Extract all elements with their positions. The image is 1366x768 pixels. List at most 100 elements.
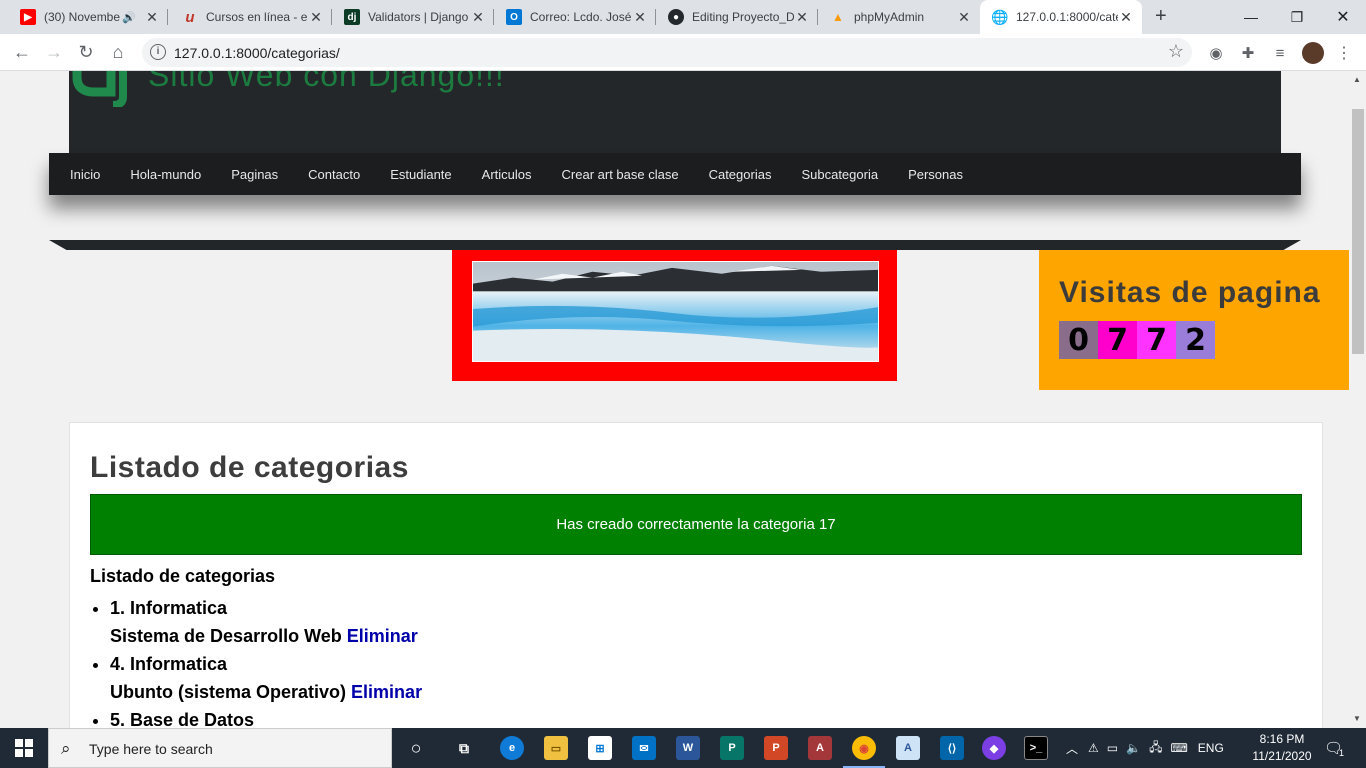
notepad-icon[interactable]: A <box>896 736 920 760</box>
tab-django-validators[interactable]: dj Validators | Django ✕ <box>332 0 494 34</box>
menu-item-contacto[interactable]: Contacto <box>308 167 360 182</box>
taskbar-clock[interactable]: 8:16 PM 11/21/2020 <box>1248 731 1316 765</box>
terminal-icon[interactable]: >_ <box>1024 736 1048 760</box>
page-viewport: Sitio Web con Django!!! Inicio Hola-mund… <box>0 71 1350 728</box>
bookmark-star-icon[interactable]: ☆ <box>1168 41 1184 62</box>
close-icon[interactable]: ✕ <box>308 9 324 26</box>
network-warning-icon[interactable]: ⚠ <box>1088 741 1099 755</box>
cortana-icon[interactable]: ○ <box>404 736 428 760</box>
menu-item-hola-mundo[interactable]: Hola-mundo <box>130 167 201 182</box>
menu-item-personas[interactable]: Personas <box>908 167 963 182</box>
clock-date: 11/21/2020 <box>1252 749 1312 763</box>
restore-button[interactable]: ❐ <box>1274 0 1320 34</box>
new-tab-button[interactable]: + <box>1155 5 1167 28</box>
store-icon[interactable]: ⊞ <box>588 736 612 760</box>
access-icon[interactable]: A <box>808 736 832 760</box>
delete-link[interactable]: Eliminar <box>347 626 418 646</box>
menu-item-articulos[interactable]: Articulos <box>482 167 532 182</box>
menu-item-subcategoria[interactable]: Subcategoria <box>801 167 878 182</box>
menu-dots-icon[interactable]: ⋮ <box>1334 43 1354 63</box>
task-view-icon[interactable]: ⧉ <box>452 736 476 760</box>
file-explorer-icon[interactable]: ▭ <box>544 736 568 760</box>
menu-item-inicio[interactable]: Inicio <box>70 167 100 182</box>
category-name: 4. Informatica <box>110 654 228 674</box>
tab-outlook[interactable]: O Correo: Lcdo. José ✕ <box>494 0 656 34</box>
close-icon[interactable]: ✕ <box>470 9 486 26</box>
volume-icon[interactable]: 🔈 <box>1126 741 1141 755</box>
counter-digit: 7 <box>1137 321 1176 359</box>
minimize-button[interactable]: — <box>1228 0 1274 34</box>
action-center[interactable]: 🗨 1 <box>1324 728 1344 768</box>
glacier-image <box>472 261 879 362</box>
delete-link[interactable]: Eliminar <box>351 682 422 702</box>
chrome-icon[interactable]: ◉ <box>852 736 876 760</box>
word-icon[interactable]: W <box>676 736 700 760</box>
tab-udemy[interactable]: u Cursos en línea - e ✕ <box>170 0 332 34</box>
edge-icon[interactable]: e <box>500 736 524 760</box>
menu-item-estudiante[interactable]: Estudiante <box>390 167 451 182</box>
search-icon: ⌕ <box>61 739 71 758</box>
alert-message: Has creado correctamente la categoria 17 <box>556 516 836 533</box>
tab-title: Editing Proyecto_D <box>692 10 794 24</box>
udemy-icon: u <box>185 8 195 26</box>
scroll-down-icon[interactable]: ▼ <box>1353 714 1361 723</box>
system-tray: ︿ ⚠ ▭ 🔈 🖧 ⌨ ENG <box>1066 728 1224 768</box>
close-icon[interactable]: ✕ <box>794 9 810 26</box>
home-icon[interactable]: ⌂ <box>106 40 130 64</box>
outlook-icon: O <box>506 9 522 25</box>
site-title: Sitio Web con Django!!! <box>148 71 505 93</box>
battery-icon[interactable]: ▭ <box>1107 741 1118 755</box>
visit-counter: 0 7 7 2 <box>1059 321 1215 359</box>
category-list: 1. Informatica Sistema de Desarrollo Web… <box>110 594 422 728</box>
url-text[interactable]: 127.0.0.1:8000/categorias/ <box>174 45 340 61</box>
category-name: 5. Base de Datos <box>110 710 255 728</box>
close-icon[interactable]: ✕ <box>956 9 972 26</box>
category-name: 1. Informatica <box>110 598 228 618</box>
github-icon: ● <box>668 9 684 25</box>
category-desc-line: Ubunto (sistema Operativo) Eliminar <box>110 678 422 706</box>
decorative-band <box>49 240 1301 250</box>
speaker-icon[interactable]: 🔊 <box>122 11 136 24</box>
network-icon[interactable]: 🖧 <box>1149 738 1162 759</box>
language-indicator[interactable]: ENG <box>1198 741 1224 755</box>
page-scrollbar[interactable]: ▲ ▼ <box>1350 71 1366 728</box>
profile-avatar[interactable] <box>1302 42 1324 64</box>
tray-expand-icon[interactable]: ︿ <box>1066 740 1078 757</box>
extensions-puzzle-icon[interactable]: ✚ <box>1238 43 1258 63</box>
list-item: 1. Informatica Sistema de Desarrollo Web… <box>110 594 422 650</box>
menu-item-categorias[interactable]: Categorias <box>709 167 772 182</box>
scroll-up-icon[interactable]: ▲ <box>1353 75 1361 84</box>
counter-digit: 7 <box>1098 321 1137 359</box>
forward-icon[interactable]: → <box>42 40 66 64</box>
info-icon[interactable]: i <box>150 44 166 60</box>
main-menu: Inicio Hola-mundo Paginas Contacto Estud… <box>49 153 1301 195</box>
back-icon[interactable]: ← <box>10 40 34 64</box>
address-bar[interactable]: i 127.0.0.1:8000/categorias/ ☆ <box>142 38 1192 67</box>
menu-item-paginas[interactable]: Paginas <box>231 167 278 182</box>
close-icon[interactable]: ✕ <box>632 9 648 26</box>
tab-title: 127.0.0.1:8000/cate <box>1016 10 1118 24</box>
extension-circle-icon[interactable]: ◉ <box>1206 43 1226 63</box>
tab-phpmyadmin[interactable]: ▲ phpMyAdmin ✕ <box>818 0 980 34</box>
mail-icon[interactable]: ✉ <box>632 736 656 760</box>
vscode-icon[interactable]: ⟨⟩ <box>940 736 964 760</box>
tab-github[interactable]: ● Editing Proyecto_D ✕ <box>656 0 818 34</box>
media-queue-icon[interactable]: ≡ <box>1270 43 1290 63</box>
menu-item-crear-art[interactable]: Crear art base clase <box>562 167 679 182</box>
powerpoint-icon[interactable]: P <box>764 736 788 760</box>
taskbar-search[interactable]: ⌕ Type here to search <box>48 728 392 768</box>
close-icon[interactable]: ✕ <box>1118 9 1134 26</box>
keyboard-icon[interactable]: ⌨ <box>1170 741 1187 755</box>
youtube-icon: ▶ <box>20 9 36 25</box>
start-button[interactable] <box>0 728 48 768</box>
counter-digit: 0 <box>1059 321 1098 359</box>
tab-youtube[interactable]: ▶ (30) Novembe 🔊 ✕ <box>8 0 168 34</box>
category-desc: Sistema de Desarrollo Web <box>110 626 342 646</box>
close-icon[interactable]: ✕ <box>144 9 160 26</box>
reload-icon[interactable]: ↻ <box>74 40 98 64</box>
tab-active-categorias[interactable]: 🌐 127.0.0.1:8000/cate ✕ <box>980 0 1142 34</box>
window-close-button[interactable]: ✕ <box>1320 0 1366 34</box>
paint-drop-icon[interactable]: ◆ <box>982 736 1006 760</box>
scrollbar-thumb[interactable] <box>1352 109 1364 354</box>
publisher-icon[interactable]: P <box>720 736 744 760</box>
